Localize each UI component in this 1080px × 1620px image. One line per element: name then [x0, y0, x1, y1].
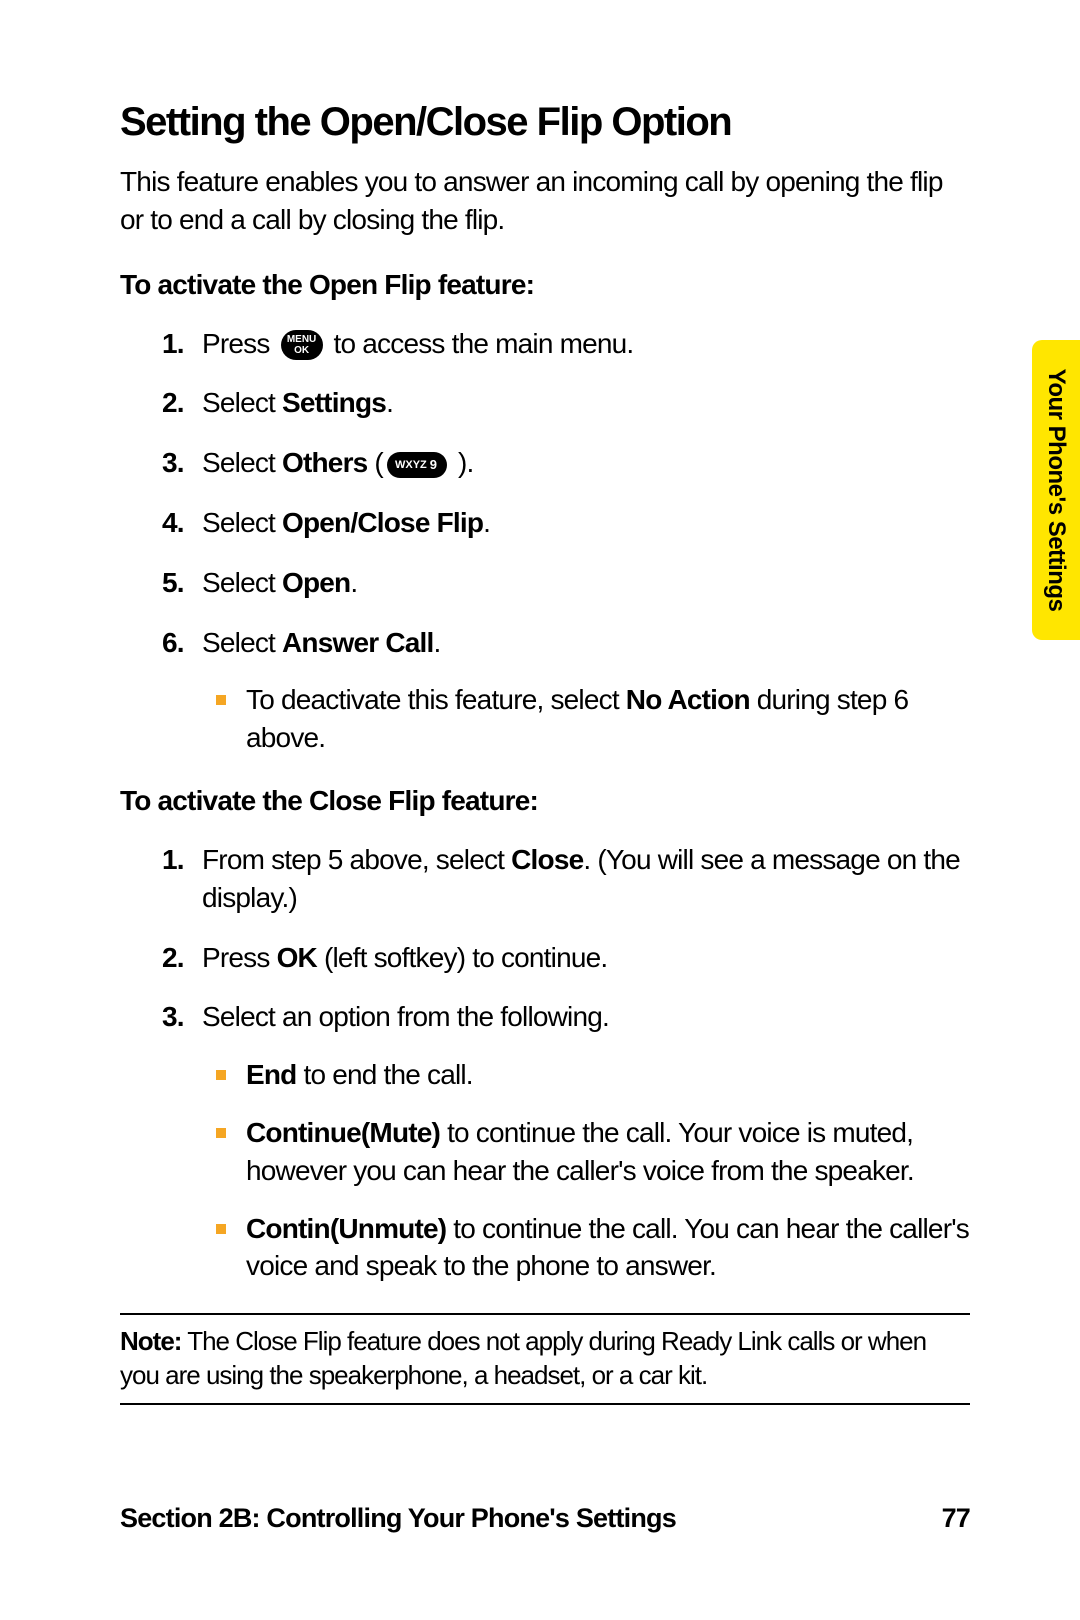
key-9-icon: WXYZ9: [387, 452, 447, 478]
bold-term: Open: [282, 567, 350, 598]
step-item: 2. Press OK (left softkey) to continue.: [162, 939, 970, 977]
footer-page-number: 77: [942, 1503, 970, 1534]
note-separator-bottom: [120, 1403, 970, 1405]
page-footer: Section 2B: Controlling Your Phone's Set…: [120, 1503, 970, 1534]
step-text: Select: [202, 567, 282, 598]
step-number: 4.: [162, 504, 184, 542]
page-heading: Setting the Open/Close Flip Option: [120, 100, 970, 145]
note-separator-top: [120, 1313, 970, 1315]
bullet-item: To deactivate this feature, select No Ac…: [246, 681, 970, 757]
bullet-item: Continue(Mute) to continue the call. You…: [246, 1114, 970, 1190]
step-number: 5.: [162, 564, 184, 602]
step-text: Select an option from the following.: [202, 1001, 609, 1032]
bold-term: Close: [511, 844, 583, 875]
step-item: 6. Select Answer Call. To deactivate thi…: [162, 624, 970, 757]
step-number: 1.: [162, 325, 184, 363]
step-item: 2. Select Settings.: [162, 384, 970, 422]
step-text: Select: [202, 447, 282, 478]
bold-term: Settings: [282, 387, 386, 418]
menu-ok-icon-label: MENU OK: [281, 334, 323, 356]
bold-term: Contin(Unmute): [246, 1213, 446, 1244]
menu-ok-icon: MENU OK: [281, 330, 323, 360]
sub-bullets: To deactivate this feature, select No Ac…: [246, 681, 970, 757]
bullet-item: Contin(Unmute) to continue the call. You…: [246, 1210, 970, 1286]
bullet-text: to end the call.: [296, 1059, 472, 1090]
bold-term: Answer Call: [282, 627, 433, 658]
step-text: Select: [202, 507, 282, 538]
step-text: (left softkey) to continue.: [317, 942, 607, 973]
step-item: 3. Select an option from the following. …: [162, 998, 970, 1285]
step-item: 1. From step 5 above, select Close. (You…: [162, 841, 970, 917]
key-9-label: 9: [430, 456, 437, 474]
manual-page: Setting the Open/Close Flip Option This …: [0, 0, 1080, 1620]
step-number: 2.: [162, 939, 184, 977]
subheading-open: To activate the Open Flip feature:: [120, 269, 970, 301]
note-label: Note:: [120, 1326, 181, 1356]
step-text: .: [386, 387, 393, 418]
step-text: Select: [202, 387, 282, 418]
step-text: Select: [202, 627, 282, 658]
sub-bullets: End to end the call. Continue(Mute) to c…: [246, 1056, 970, 1285]
close-flip-steps: 1. From step 5 above, select Close. (You…: [162, 841, 970, 1285]
step-text: to access the main menu.: [327, 328, 634, 359]
step-item: 1. Press MENU OK to access the main menu…: [162, 325, 970, 363]
bold-term: Continue(Mute): [246, 1117, 440, 1148]
bold-term: OK: [277, 942, 317, 973]
step-number: 2.: [162, 384, 184, 422]
bold-term: No Action: [626, 684, 750, 715]
side-tab-label: Your Phone's Settings: [1042, 369, 1070, 612]
step-number: 3.: [162, 444, 184, 482]
step-number: 3.: [162, 998, 184, 1036]
step-text: .: [483, 507, 490, 538]
step-text: Press: [202, 942, 277, 973]
step-text: From step 5 above, select: [202, 844, 511, 875]
open-flip-steps: 1. Press MENU OK to access the main menu…: [162, 325, 970, 757]
step-item: 5. Select Open.: [162, 564, 970, 602]
step-text: .: [350, 567, 357, 598]
side-tab: Your Phone's Settings: [1032, 340, 1080, 640]
bold-term: Open/Close Flip: [282, 507, 483, 538]
step-number: 6.: [162, 624, 184, 662]
note-body: The Close Flip feature does not apply du…: [120, 1326, 926, 1390]
intro-text: This feature enables you to answer an in…: [120, 163, 970, 239]
bold-term: Others: [282, 447, 367, 478]
step-number: 1.: [162, 841, 184, 879]
step-text: .: [433, 627, 440, 658]
key-wxyz-label: WXYZ: [395, 458, 427, 473]
step-text: Press: [202, 328, 277, 359]
note-text: Note: The Close Flip feature does not ap…: [120, 1325, 970, 1393]
bullet-text: To deactivate this feature, select: [246, 684, 626, 715]
bold-term: End: [246, 1059, 296, 1090]
subheading-close: To activate the Close Flip feature:: [120, 785, 970, 817]
step-text: (: [367, 447, 383, 478]
step-text: ).: [451, 447, 473, 478]
step-item: 3. Select Others (WXYZ9 ).: [162, 444, 970, 482]
step-item: 4. Select Open/Close Flip.: [162, 504, 970, 542]
footer-section-label: Section 2B: Controlling Your Phone's Set…: [120, 1503, 676, 1534]
bullet-item: End to end the call.: [246, 1056, 970, 1094]
